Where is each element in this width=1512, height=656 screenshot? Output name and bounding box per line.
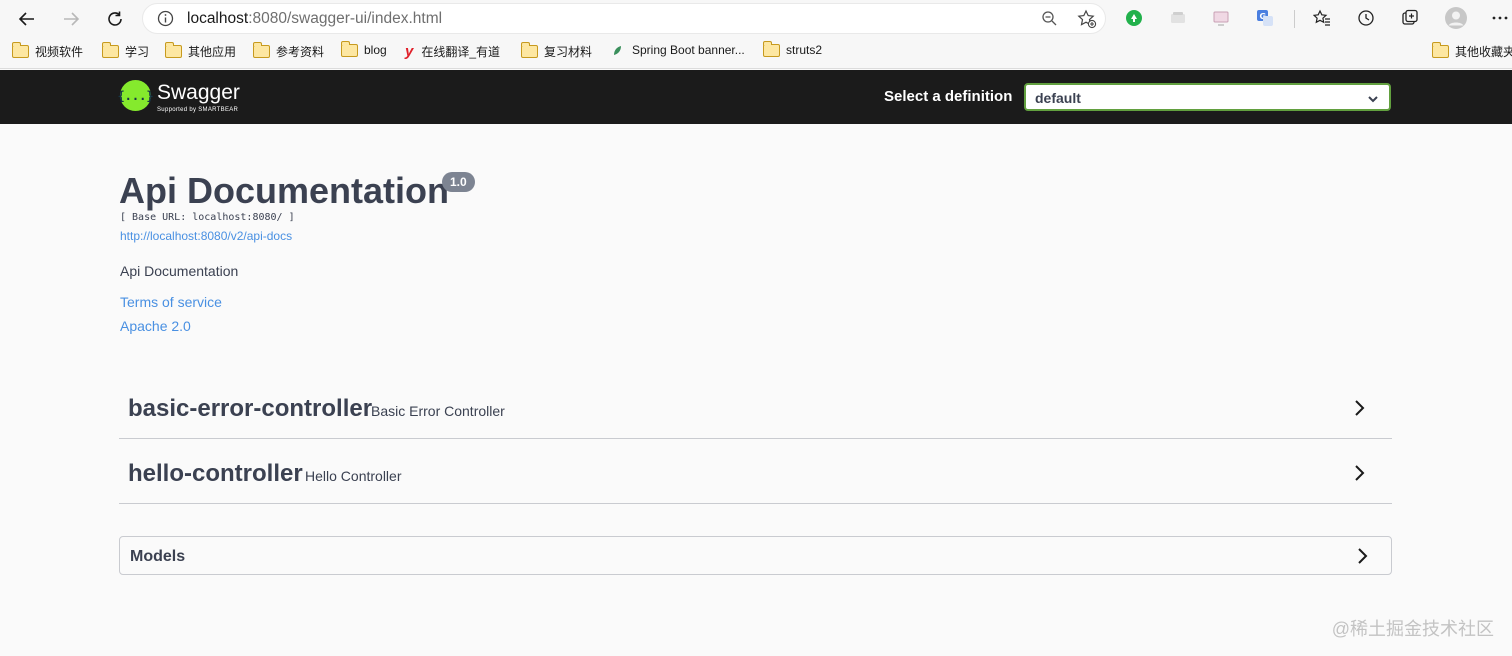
tag-description: Hello Controller [305, 468, 402, 484]
browser-toolbar: localhost:8080/swagger-ui/index.html G [0, 0, 1512, 37]
toolbar-separator [1294, 10, 1295, 28]
avatar[interactable] [1444, 6, 1468, 30]
base-url: [ Base URL: localhost:8080/ ] [120, 212, 295, 223]
tag-name[interactable]: basic-error-controller [128, 395, 372, 423]
folder-icon [520, 42, 538, 58]
terms-of-service-link[interactable]: Terms of service [120, 294, 222, 310]
bookmark-label: blog [364, 43, 387, 57]
folder-icon [1431, 42, 1449, 58]
bookmark-label: struts2 [786, 43, 823, 57]
back-button[interactable] [14, 6, 40, 32]
chevron-down-icon [1367, 92, 1379, 110]
bookmark-label: 学习 [125, 45, 150, 59]
youdao-icon: y [405, 43, 414, 60]
address-bar[interactable]: localhost:8080/swagger-ui/index.html [142, 3, 1106, 34]
bookmark-item[interactable]: 视频软件 [11, 42, 84, 60]
tag-description: Basic Error Controller [371, 403, 505, 419]
forward-arrow-icon [64, 12, 80, 26]
bookmark-item[interactable]: blog [340, 40, 387, 57]
history-icon[interactable] [1356, 8, 1376, 28]
url-path: :8080/swagger-ui/index.html [248, 10, 443, 27]
back-arrow-icon [18, 12, 34, 26]
chevron-right-icon[interactable] [1352, 464, 1366, 487]
translate-icon[interactable]: G [1255, 8, 1275, 28]
models-label[interactable]: Models [130, 548, 185, 566]
chevron-right-icon[interactable] [1352, 399, 1366, 422]
bookmark-item[interactable]: 学习 [101, 42, 150, 60]
bookmark-item[interactable]: y 在线翻译_有道 [405, 43, 500, 60]
extension-screen-icon[interactable] [1211, 8, 1231, 28]
leaf-icon [614, 46, 621, 55]
bookmark-item[interactable]: Spring Boot banner... [611, 43, 745, 57]
api-description: Api Documentation [120, 263, 239, 279]
folder-icon [164, 42, 182, 58]
folder-icon [762, 40, 780, 57]
swagger-logo-text[interactable]: Swagger [157, 81, 240, 105]
extension-green-icon[interactable] [1124, 8, 1144, 28]
url-text[interactable]: localhost:8080/swagger-ui/index.html [187, 10, 442, 28]
add-favorite-icon[interactable] [1077, 9, 1097, 34]
definition-label: Select a definition [884, 88, 1013, 105]
bookmark-item[interactable]: 其他应用 [164, 42, 237, 60]
favorites-icon[interactable] [1312, 8, 1332, 28]
bookmark-item[interactable]: struts2 [762, 40, 823, 57]
refresh-icon [108, 11, 122, 26]
tag-section-basic-error-controller[interactable]: basic-error-controller Basic Error Contr… [119, 373, 1392, 439]
other-bookmarks[interactable]: 其他收藏夹 [1431, 42, 1512, 60]
swagger-topbar: {...} Swagger Supported by SMARTBEAR Sel… [0, 70, 1512, 124]
definition-select[interactable]: default [1024, 83, 1391, 111]
bookmark-label: Spring Boot banner... [632, 43, 745, 57]
license-link[interactable]: Apache 2.0 [120, 318, 191, 334]
api-docs-link[interactable]: http://localhost:8080/v2/api-docs [120, 229, 292, 243]
bookmark-label: 其他应用 [188, 45, 237, 59]
refresh-button[interactable] [102, 6, 128, 32]
collections-icon[interactable] [1400, 8, 1420, 28]
folder-icon [252, 42, 270, 58]
more-menu-icon[interactable] [1490, 8, 1510, 28]
folder-icon [340, 40, 358, 57]
folder-icon [11, 42, 29, 58]
tag-section-hello-controller[interactable]: hello-controller Hello Controller [119, 438, 1392, 504]
models-section[interactable]: Models [119, 536, 1392, 575]
chevron-right-icon[interactable] [1355, 547, 1369, 570]
other-bookmarks-label: 其他收藏夹 [1455, 45, 1512, 59]
definition-select-value: default [1035, 90, 1081, 106]
extension-grey-icon[interactable] [1168, 8, 1188, 28]
tag-name[interactable]: hello-controller [128, 460, 303, 488]
page-title: Api Documentation [119, 170, 449, 211]
zoom-icon[interactable] [1041, 10, 1058, 32]
url-host: localhost [187, 10, 249, 27]
bookmarks-bar: 视频软件 学习 其他应用 参考资料 blog y 在线翻译_有道 复习材料 Spr… [0, 37, 1512, 69]
bookmark-item[interactable]: 参考资料 [252, 42, 325, 60]
bookmark-label: 复习材料 [544, 45, 593, 59]
forward-button[interactable] [58, 6, 84, 32]
bookmark-label: 视频软件 [35, 45, 84, 59]
bookmark-item[interactable]: 复习材料 [520, 42, 593, 60]
bookmark-label: 在线翻译_有道 [421, 45, 501, 59]
site-info-icon[interactable] [157, 10, 174, 32]
watermark: @稀土掘金技术社区 [1331, 619, 1494, 639]
bookmark-label: 参考资料 [276, 45, 325, 59]
swagger-logo-subtext: Supported by SMARTBEAR [157, 107, 239, 113]
swagger-logo-icon[interactable]: {...} [117, 80, 154, 111]
version-badge: 1.0 [442, 172, 475, 192]
folder-icon [101, 42, 119, 58]
